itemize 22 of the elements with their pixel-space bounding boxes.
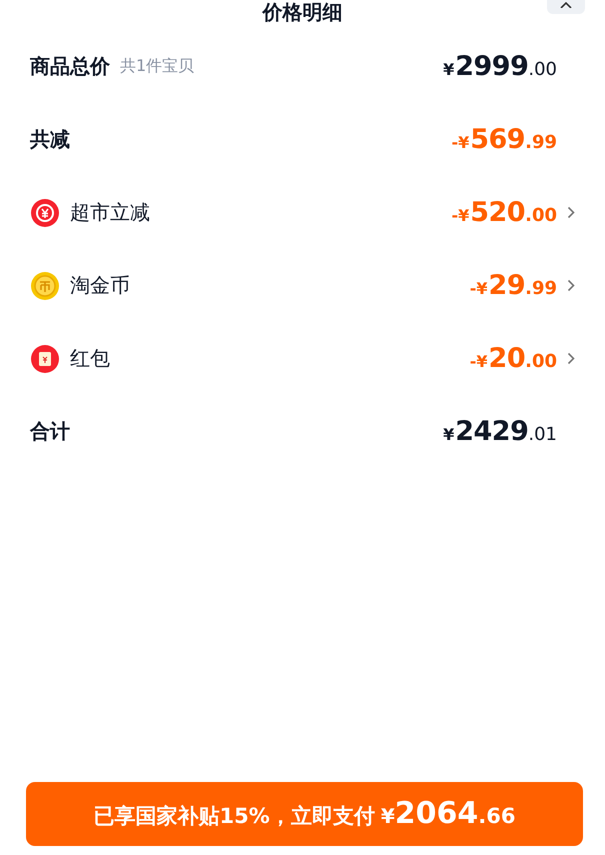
sheet-title: 价格明细 xyxy=(262,0,342,24)
item-count: 共1件宝贝 xyxy=(120,56,194,77)
price-amount: -¥29.99 xyxy=(470,270,557,301)
coin-icon xyxy=(30,270,60,300)
price-amount: ¥2999.00 xyxy=(443,51,557,82)
chevron-right-icon[interactable] xyxy=(567,206,575,219)
caret-up-icon xyxy=(559,2,573,8)
price-amount: ¥2429.01 xyxy=(443,416,557,447)
row-label: 超市立减 xyxy=(70,199,150,226)
row-label: 商品总价 xyxy=(30,53,110,80)
row-label: 共减 xyxy=(30,126,70,153)
yuan-coupon-icon xyxy=(30,198,60,228)
row-label: 合计 xyxy=(30,418,70,445)
row-label: 红包 xyxy=(70,345,110,372)
price-amount: -¥20.00 xyxy=(470,343,557,374)
row-label: 淘金币 xyxy=(70,272,130,299)
pay-button[interactable]: 已享国家补贴15%，立即支付 ¥2064.66 xyxy=(26,782,583,846)
chevron-right-icon[interactable] xyxy=(567,352,575,365)
price-amount: -¥520.00 xyxy=(451,197,557,228)
chevron-right-icon[interactable] xyxy=(567,279,575,292)
envelope-icon xyxy=(30,344,60,374)
price-amount: -¥569.99 xyxy=(451,124,557,155)
